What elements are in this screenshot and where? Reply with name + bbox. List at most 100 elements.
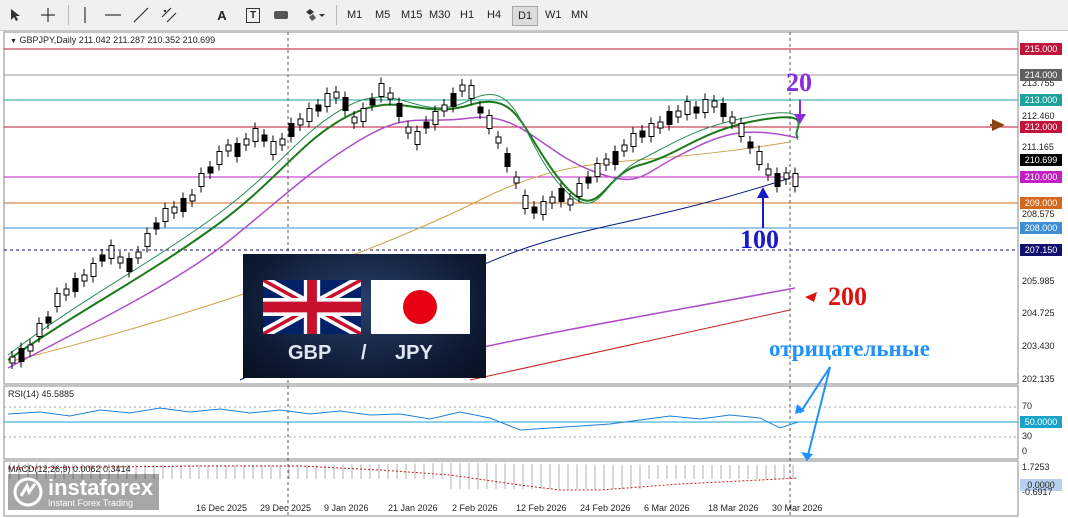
date-tick: 6 Mar 2026	[644, 503, 690, 513]
candle-body	[576, 183, 583, 197]
candle-body	[261, 134, 268, 142]
crosshair-icon[interactable]	[38, 5, 58, 25]
timeframe-m1[interactable]: M1	[342, 6, 367, 24]
price-label-210: 210.000	[1020, 171, 1062, 183]
timeframe-h1[interactable]: H1	[455, 6, 479, 24]
candle-body	[252, 128, 259, 142]
candle-body	[216, 151, 223, 165]
candle-body	[513, 176, 520, 184]
candle-body	[486, 115, 493, 129]
candle-body	[324, 93, 331, 107]
candle-body	[459, 84, 466, 92]
date-tick: 12 Feb 2026	[516, 503, 567, 513]
price-tick: 208.575	[1022, 209, 1055, 219]
trendline-icon[interactable]	[132, 5, 150, 25]
candle-body	[378, 83, 385, 97]
candle-body	[387, 92, 394, 100]
candle-body	[108, 245, 115, 259]
text-label-icon[interactable]: T	[244, 5, 262, 25]
candle-body	[423, 121, 430, 129]
candle-body	[792, 173, 799, 187]
candle-body	[432, 111, 439, 125]
rsi-level: 30	[1022, 431, 1033, 441]
instaforex-logo-icon	[13, 477, 43, 507]
macd-level: -0.6917	[1022, 487, 1053, 497]
candle-body	[198, 173, 205, 187]
date-tick: 18 Mar 2026	[708, 503, 759, 513]
price-tick: 202.135	[1022, 374, 1055, 384]
candle-body	[783, 172, 790, 180]
candle-body	[522, 195, 529, 209]
date-tick: 24 Feb 2026	[580, 503, 631, 513]
annotation-100: 100	[740, 225, 779, 254]
candle-body	[135, 251, 142, 259]
candle-body	[675, 110, 682, 118]
timeframe-h4[interactable]: H4	[482, 6, 506, 24]
timeframe-m5[interactable]: M5	[370, 6, 395, 24]
candle-body	[747, 141, 754, 149]
candle-body	[333, 91, 340, 99]
candle-body	[648, 123, 655, 137]
price-label-214: 214.000	[1020, 69, 1062, 81]
channel-icon[interactable]	[160, 5, 178, 25]
cursor-icon[interactable]	[6, 5, 24, 25]
watermark-tagline: Instant Forex Trading	[48, 497, 134, 508]
candle-body	[99, 254, 106, 262]
candle-body	[639, 130, 646, 138]
horizontal-line-icon[interactable]	[104, 5, 122, 25]
candle-body	[315, 104, 322, 112]
rectangle-icon[interactable]	[272, 5, 290, 25]
timeframe-m30[interactable]: M30	[424, 6, 455, 24]
date-tick: 2 Feb 2026	[452, 503, 498, 513]
candle-body	[27, 344, 34, 352]
candle-body	[504, 153, 511, 167]
timeframe-w1[interactable]: W1	[540, 6, 567, 24]
date-tick: 30 Mar 2026	[772, 503, 823, 513]
candle-body	[657, 121, 664, 129]
candle-body	[477, 106, 484, 114]
candle-body	[360, 108, 367, 122]
candle-body	[45, 316, 52, 324]
uk-flag-icon	[263, 280, 361, 334]
timeframe-d1[interactable]: D1	[512, 6, 539, 26]
date-tick: 29 Dec 2025	[260, 503, 312, 513]
timeframe-mn[interactable]: MN	[566, 6, 593, 24]
price-label-208: 208.000	[1020, 222, 1062, 234]
candle-body	[621, 144, 628, 152]
candle-body	[270, 141, 277, 155]
vertical-line-icon[interactable]	[78, 5, 92, 25]
candle-body	[414, 131, 421, 145]
candle-body	[441, 104, 448, 112]
candle-body	[9, 356, 16, 364]
rsi-level: 70	[1022, 401, 1033, 411]
candle-body	[666, 111, 673, 125]
candle-body	[603, 158, 610, 166]
watermark-brand: instaforex	[48, 474, 154, 500]
gbpjpy-flag-overlay: GBP / JPY	[243, 254, 486, 378]
price-chart[interactable]	[0, 30, 1068, 518]
candle-body	[207, 166, 214, 174]
candle-body	[36, 323, 43, 337]
candle-body	[180, 198, 187, 212]
candle-body	[369, 98, 376, 106]
annotation-20: 20	[786, 68, 812, 97]
price-tick: 203.430	[1022, 341, 1055, 351]
date-tick: 21 Jan 2026	[388, 503, 438, 513]
candle-body	[594, 163, 601, 177]
chart-toolbar: A T M1 M5 M15 M30 H1 H4 D1 W1 MN	[0, 0, 1068, 31]
price-label-215: 215.000	[1020, 43, 1062, 55]
price-tick: 204.725	[1022, 308, 1055, 318]
candle-body	[288, 123, 295, 137]
price-label-207150: 207.150	[1020, 244, 1062, 256]
candle-body	[405, 126, 412, 134]
macd-label: MACD(12,26,9) 0.0062 0.3414	[8, 464, 131, 474]
date-tick: 9 Jan 2026	[324, 503, 369, 513]
timeframe-m15[interactable]: M15	[396, 6, 427, 24]
candle-body	[126, 258, 133, 272]
candle-body	[117, 256, 124, 264]
candle-body	[549, 196, 556, 204]
text-icon[interactable]: A	[214, 5, 230, 25]
shapes-icon[interactable]	[304, 5, 326, 25]
currency-separator: /	[361, 342, 367, 364]
candle-body	[720, 103, 727, 117]
